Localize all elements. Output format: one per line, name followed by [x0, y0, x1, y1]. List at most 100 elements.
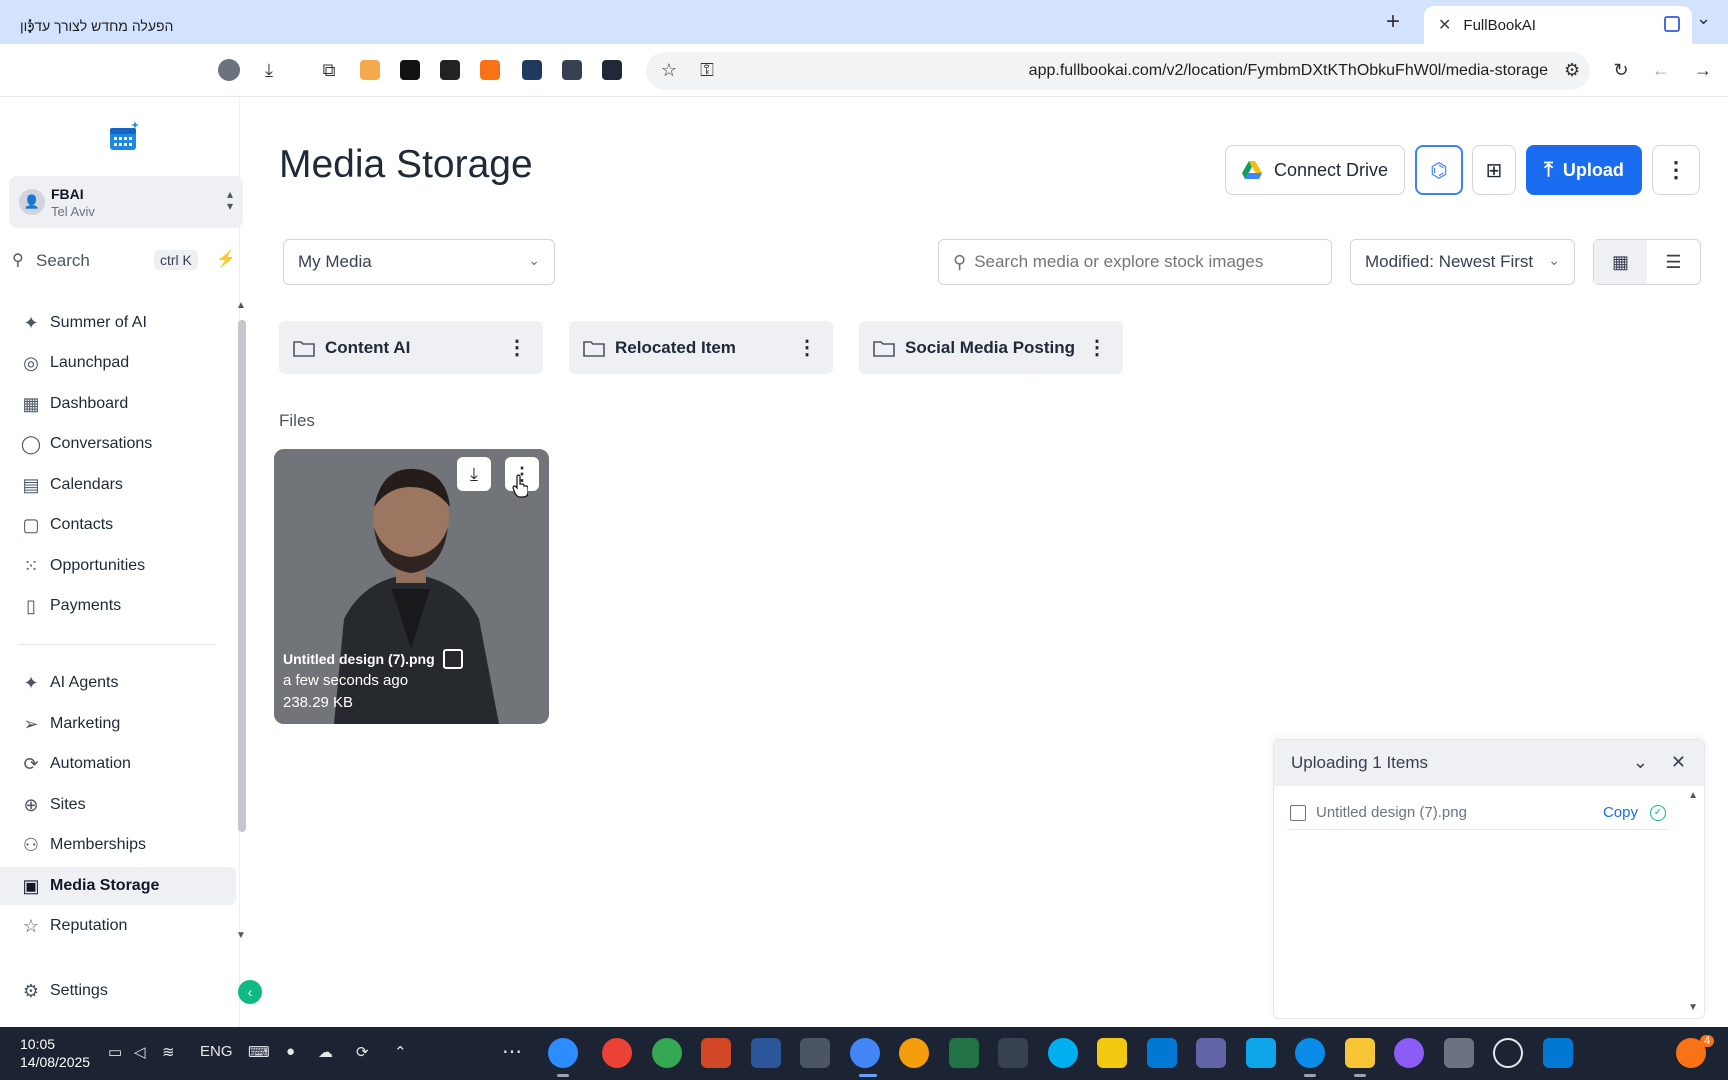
extension-icon[interactable] [400, 60, 420, 80]
scroll-up-icon[interactable]: ▲ [1688, 790, 1698, 801]
bookmark-star-icon[interactable]: ☆ [656, 58, 682, 82]
extension-icon[interactable] [480, 60, 500, 80]
file-card[interactable]: ⤓ ⋮ Untitled design (7).png a few second… [274, 449, 549, 724]
media-source-select[interactable]: My Media ⌄ [283, 239, 555, 285]
upload-button[interactable]: ⤒ Upload [1526, 145, 1642, 195]
media-search[interactable]: ⚲ [938, 239, 1332, 285]
profile-avatar-icon[interactable] [216, 58, 242, 82]
sidebar-item-calendars[interactable]: ▤ Calendars [0, 466, 236, 504]
more-options-button[interactable]: ⋮ [1652, 145, 1700, 195]
powerpoint-app-icon[interactable] [701, 1038, 731, 1068]
ai-assistant-button[interactable]: ⌬ [1415, 145, 1463, 195]
sidebar-item-sites[interactable]: ⊕ Sites [0, 786, 236, 824]
scrollbar-thumb[interactable] [238, 320, 246, 832]
sidebar-item-opportunities[interactable]: ⁙ Opportunities [0, 547, 236, 585]
sidebar-item-media-storage[interactable]: ▣ Media Storage [0, 867, 236, 905]
sort-select[interactable]: Modified: Newest First ⌄ [1350, 239, 1575, 285]
sidebar-item-automation[interactable]: ⟳ Automation [0, 745, 236, 783]
list-view-button[interactable]: ☰ [1647, 240, 1700, 284]
forward-icon[interactable]: → [1690, 58, 1716, 82]
language-indicator[interactable]: ENG [200, 1043, 233, 1060]
volume-icon[interactable]: ◁ [134, 1043, 146, 1061]
extension-icon[interactable] [562, 60, 582, 80]
sidebar-item-settings[interactable]: ⚙ Settings [0, 972, 236, 1010]
extension-icon[interactable] [440, 60, 460, 80]
sidebar-item-summer-of-ai[interactable]: ✦ Summer of AI [0, 304, 236, 342]
sidebar-item-conversations[interactable]: ◯ Conversations [0, 425, 236, 463]
sidebar-item-launchpad[interactable]: ◎ Launchpad [0, 344, 236, 382]
password-key-icon[interactable]: ⚿ [694, 58, 720, 82]
browser-tab[interactable]: ✕ FullBookAI [1424, 6, 1692, 44]
microphone-icon[interactable]: ● [286, 1043, 295, 1060]
folder-card[interactable]: Social Media Posting ⋮ [859, 321, 1123, 374]
start-icon[interactable] [1543, 1038, 1573, 1068]
sidebar-item-payments[interactable]: ▯ Payments [0, 587, 236, 625]
scroll-down-icon[interactable]: ▼ [1688, 1002, 1698, 1013]
sidebar-item-ai-agents[interactable]: ✦ AI Agents [0, 664, 236, 702]
reload-icon[interactable]: ↻ [1608, 58, 1634, 82]
extension-icon[interactable] [360, 60, 380, 80]
skype-app-icon[interactable] [1048, 1038, 1078, 1068]
extensions-icon[interactable]: ⧉ [316, 58, 342, 82]
search-icon[interactable] [1493, 1038, 1523, 1068]
back-icon[interactable]: ← [1648, 58, 1674, 82]
downloads-icon[interactable]: ⤓ [256, 58, 282, 82]
chrome-app-icon[interactable] [602, 1038, 632, 1068]
teams-app-icon[interactable] [1196, 1038, 1226, 1068]
outlook-app-icon[interactable] [1147, 1038, 1177, 1068]
download-file-button[interactable]: ⤓ [457, 457, 491, 491]
clock[interactable]: 10:05 14/08/2025 [20, 1035, 90, 1071]
more-vertical-icon[interactable]: ⋮ [1087, 335, 1107, 360]
copilot-app-icon[interactable] [1394, 1038, 1424, 1068]
new-tab-icon[interactable]: + [1386, 8, 1400, 36]
3cx-app-icon[interactable] [998, 1038, 1028, 1068]
chrome-app-icon[interactable] [850, 1038, 880, 1068]
close-tab-icon[interactable]: ✕ [1438, 15, 1451, 35]
tab-search-icon[interactable]: ⌄ [1696, 8, 1711, 29]
battery-icon[interactable]: ▭ [108, 1043, 122, 1061]
show-hidden-icons-icon[interactable]: ⌃ [394, 1043, 407, 1061]
extension-icon[interactable] [522, 60, 542, 80]
new-folder-button[interactable]: ⊞ [1472, 145, 1516, 195]
chevron-down-icon[interactable]: ⌄ [1633, 752, 1648, 773]
search-input[interactable] [974, 252, 1305, 272]
task-view-icon[interactable] [1444, 1038, 1474, 1068]
update-restart-button[interactable]: ⋮ הפעלה מחדש לצורך עדכון [8, 8, 204, 44]
wifi-icon[interactable]: ≋ [162, 1043, 175, 1061]
excel-app-icon[interactable] [949, 1038, 979, 1068]
edge-app-icon[interactable] [1295, 1038, 1325, 1068]
more-vertical-icon[interactable]: ⋮ [507, 335, 527, 360]
scroll-up-icon[interactable]: ▲ [236, 300, 246, 311]
power-bi-app-icon[interactable] [1097, 1038, 1127, 1068]
copy-link-button[interactable]: Copy [1603, 804, 1638, 821]
close-icon[interactable]: ✕ [1671, 752, 1686, 773]
folder-card[interactable]: Content AI ⋮ [279, 321, 543, 374]
grid-view-button[interactable]: ▦ [1594, 240, 1647, 284]
extension-icon[interactable] [602, 60, 622, 80]
sidebar-item-marketing[interactable]: ➢ Marketing [0, 705, 236, 743]
url-text[interactable]: app.fullbookai.com/v2/location/FymbmDXtK… [1029, 62, 1548, 80]
sidebar-item-reputation[interactable]: ☆ Reputation [0, 907, 236, 945]
sync-icon[interactable]: ⟳ [356, 1043, 369, 1061]
teams-work-app-icon[interactable] [1246, 1038, 1276, 1068]
app-icon[interactable] [899, 1038, 929, 1068]
chrome-app-icon[interactable] [652, 1038, 682, 1068]
file-explorer-app-icon[interactable] [1345, 1038, 1375, 1068]
more-vertical-icon[interactable]: ⋮ [797, 335, 817, 360]
sidebar-search[interactable]: ⚲ Search ctrl K ⚡ [12, 249, 242, 273]
quick-action-icon[interactable]: ⚡ [216, 249, 236, 269]
sidebar-scrollbar[interactable]: ▲ ▼ [236, 300, 246, 941]
expand-icon[interactable] [442, 649, 463, 669]
folder-card[interactable]: Relocated Item ⋮ [569, 321, 833, 374]
sidebar-item-dashboard[interactable]: ▦ Dashboard [0, 385, 236, 423]
collapse-sidebar-button[interactable]: ‹ [238, 980, 262, 1004]
connect-drive-button[interactable]: Connect Drive [1225, 145, 1405, 195]
zoom-app-icon[interactable] [548, 1038, 578, 1068]
sidebar-item-memberships[interactable]: ⚇ Memberships [0, 826, 236, 864]
more-apps-icon[interactable]: ⋯ [502, 1039, 522, 1064]
sidebar-item-contacts[interactable]: ▢ Contacts [0, 506, 236, 544]
word-app-icon[interactable] [751, 1038, 781, 1068]
onedrive-icon[interactable]: ☁ [318, 1043, 333, 1061]
site-settings-icon[interactable]: ⚙ [1564, 60, 1580, 81]
calculator-app-icon[interactable] [800, 1038, 830, 1068]
